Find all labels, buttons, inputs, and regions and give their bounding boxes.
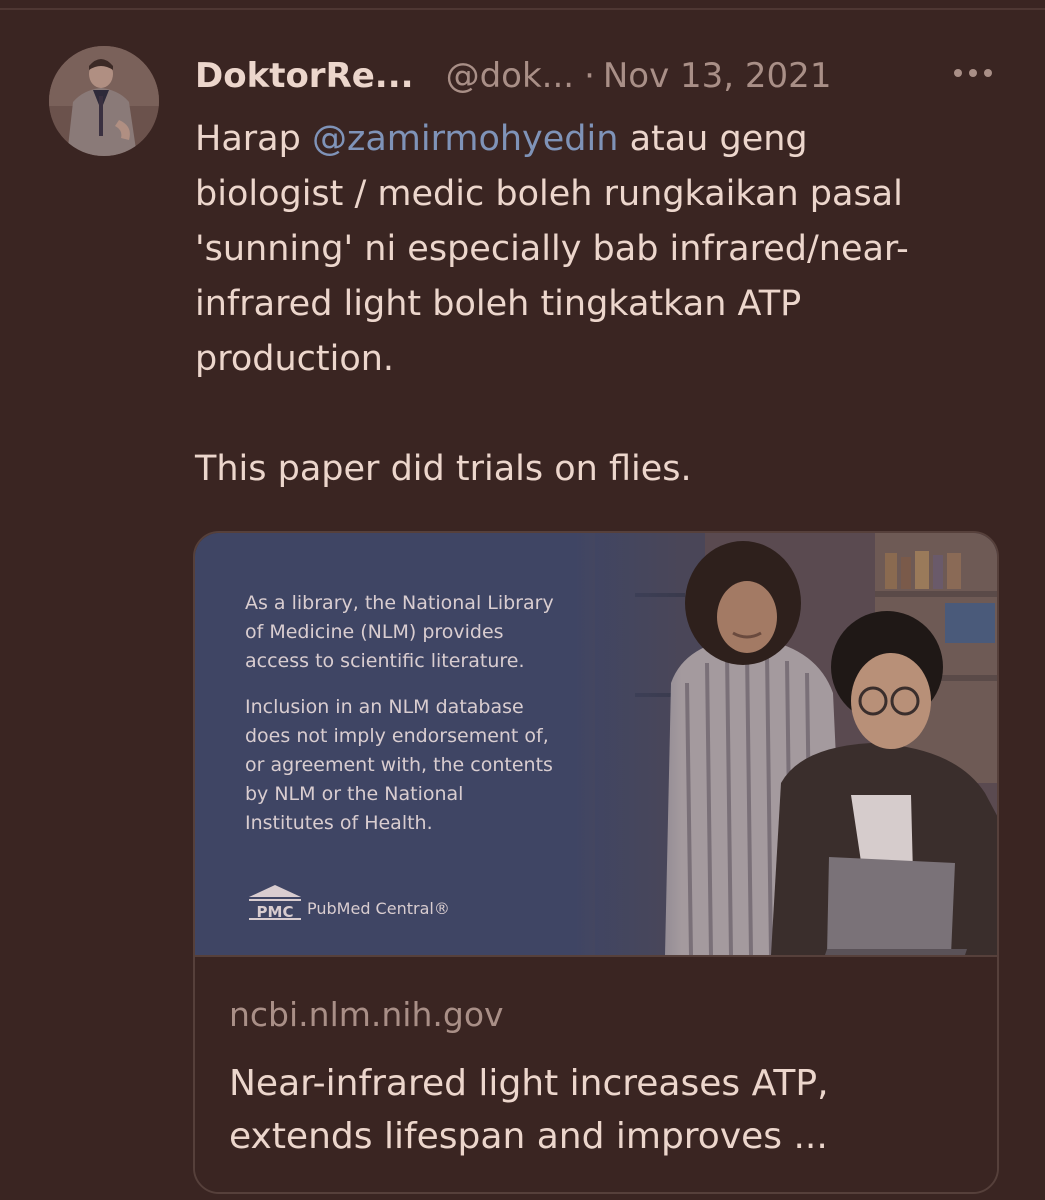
display-name[interactable]: DoktorRe... (195, 56, 414, 96)
students-photo (575, 533, 997, 955)
user-handle[interactable]: @dok... (446, 56, 575, 96)
separator-dot: · (584, 56, 595, 96)
nlm-notice-paragraph-1: As a library, the National Library of Me… (245, 592, 554, 672)
nlm-notice-paragraph-2: Inclusion in an NLM database does not im… (245, 696, 553, 834)
avatar-image (49, 46, 159, 156)
card-title[interactable]: Near-infrared light increases ATP, exten… (229, 1057, 979, 1163)
tweet-header: DoktorRe... @dok... · Nov 13, 2021 (195, 52, 1015, 100)
card-footer[interactable]: ncbi.nlm.nih.gov Near-infrared light inc… (195, 955, 997, 1192)
tweet-text-start: Harap (195, 119, 312, 159)
top-divider (0, 8, 1045, 10)
more-options-button[interactable] (948, 58, 998, 88)
pmc-logo-icon: PMC (249, 885, 301, 921)
tweet-text-rest: atau geng biologist / medic boleh rungka… (195, 119, 909, 489)
pubmed-central-name: PubMed Central® (307, 899, 450, 918)
card-image[interactable]: As a library, the National Library of Me… (195, 533, 997, 955)
avatar[interactable] (49, 46, 159, 156)
link-preview-card[interactable]: As a library, the National Library of Me… (193, 531, 999, 1194)
mention-link[interactable]: @zamirmohyedin (312, 119, 618, 159)
tweet-date[interactable]: Nov 13, 2021 (603, 56, 832, 96)
tweet-text: Harap @zamirmohyedin atau geng biologist… (195, 112, 1015, 497)
more-dots-icon (954, 69, 992, 77)
card-domain: ncbi.nlm.nih.gov (229, 995, 504, 1034)
